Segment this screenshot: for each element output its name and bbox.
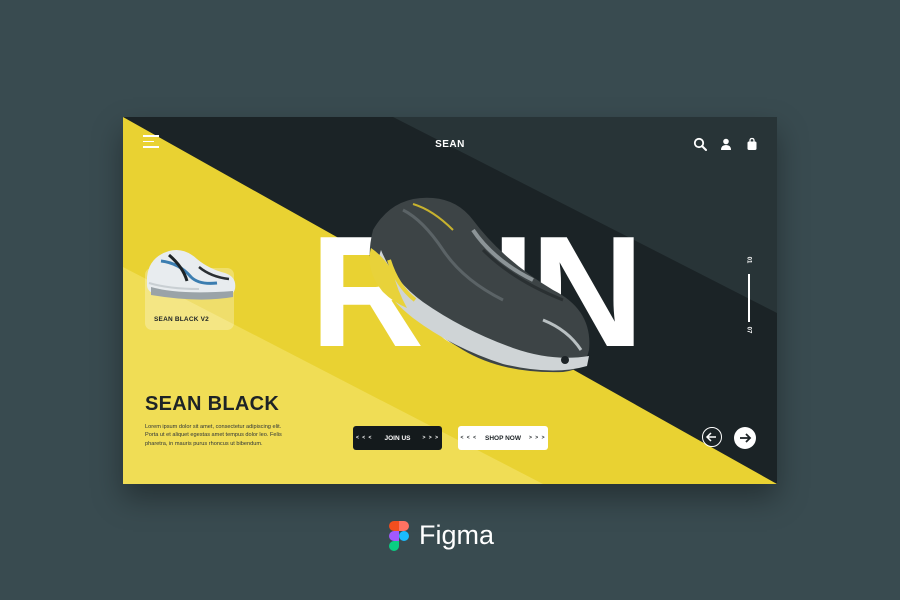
left-arrows: < < < xyxy=(355,435,373,441)
product-description: Lorem ipsum dolor sit amet, consectetur … xyxy=(145,424,282,447)
figma-footer: Figma xyxy=(389,520,494,551)
shop-now-label: SHOP NOW xyxy=(485,434,521,442)
arrow-right-icon xyxy=(740,433,752,443)
shop-now-button[interactable]: < < < SHOP NOW > > > xyxy=(458,426,548,450)
right-arrows: > > > xyxy=(422,435,440,441)
previous-slide-button[interactable] xyxy=(702,427,722,447)
join-us-label: JOIN US xyxy=(384,434,411,442)
thumbnail-label: SEAN BLACK V2 xyxy=(154,316,209,323)
figma-wordmark: Figma xyxy=(419,520,495,550)
slide-total-number: 07 xyxy=(745,326,752,334)
slide-current-number: 01 xyxy=(745,256,752,264)
brand-logo[interactable]: SEAN xyxy=(123,139,777,150)
search-icon[interactable] xyxy=(693,137,707,151)
shopping-bag-icon[interactable] xyxy=(745,137,759,151)
arrow-left-icon xyxy=(705,432,716,442)
header-actions xyxy=(693,137,759,151)
next-slide-button[interactable] xyxy=(734,427,756,449)
left-arrows: < < < xyxy=(460,435,477,441)
right-arrows: > > > xyxy=(529,435,546,441)
product-title: SEAN BLACK xyxy=(145,393,280,415)
user-icon[interactable] xyxy=(719,137,733,151)
slide-progress-line xyxy=(748,274,750,322)
join-us-button[interactable]: < < < JOIN US > > > xyxy=(353,426,442,450)
thumbnail-shoe-image[interactable] xyxy=(139,237,239,311)
hero-shoe-image xyxy=(369,197,590,373)
figma-logo-icon xyxy=(389,520,409,551)
landing-page-card: SEAN SEAN BLACK V2 RUN 01 07 xyxy=(123,117,777,484)
